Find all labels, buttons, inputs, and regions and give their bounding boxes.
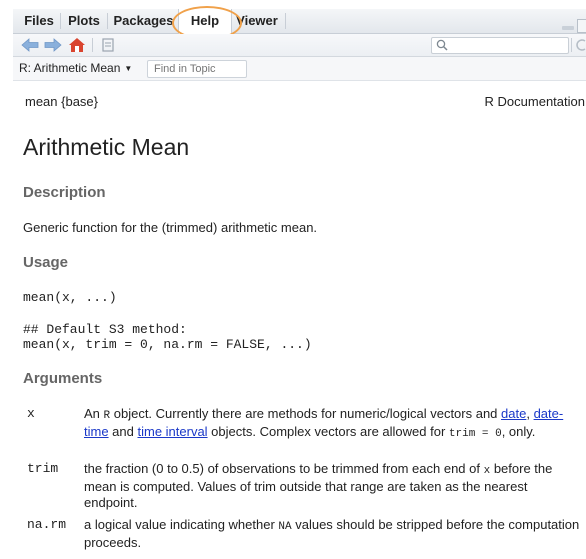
- usage-code: mean(x, ...): [23, 290, 117, 305]
- text: a logical value indicating whether: [84, 517, 279, 532]
- page-title: Arithmetic Mean: [23, 134, 190, 160]
- inline-code: trim = 0: [448, 428, 502, 440]
- text: the fraction (0 to 0.5) of observations …: [84, 461, 484, 476]
- search-icon: [436, 39, 448, 51]
- find-in-topic-input[interactable]: [147, 60, 247, 78]
- inline-code: NA: [278, 521, 292, 533]
- minimize-icon[interactable]: [562, 26, 574, 30]
- toolbar-divider: [571, 38, 572, 52]
- link-date[interactable]: date: [501, 406, 526, 421]
- tab-divider: [285, 13, 286, 29]
- refresh-icon[interactable]: [575, 37, 586, 53]
- doc-header: mean {base} R Documentation: [25, 94, 585, 109]
- home-icon[interactable]: [68, 37, 86, 53]
- tab-files[interactable]: Files: [21, 9, 57, 33]
- argument-description: a logical value indicating whether NA va…: [84, 517, 580, 551]
- link-time-interval[interactable]: time interval: [137, 424, 207, 439]
- forward-arrow-icon[interactable]: [44, 37, 62, 53]
- doc-source-label: R Documentation: [484, 94, 585, 109]
- help-pane: Files Plots Packages Help Viewer R: Arit…: [13, 0, 586, 559]
- back-arrow-icon[interactable]: [21, 37, 39, 53]
- tab-divider: [107, 13, 108, 29]
- argument-name: x: [27, 406, 35, 421]
- help-document: mean {base} R Documentation Arithmetic M…: [13, 80, 586, 559]
- maximize-icon[interactable]: [577, 19, 586, 33]
- usage-code-s3: ## Default S3 method: mean(x, trim = 0, …: [23, 322, 312, 352]
- text: An: [84, 406, 104, 421]
- usage-heading: Usage: [23, 254, 69, 271]
- text: and: [108, 424, 138, 439]
- description-text: Generic function for the (trimmed) arith…: [23, 220, 318, 235]
- arguments-heading: Arguments: [23, 370, 103, 387]
- description-heading: Description: [23, 184, 106, 201]
- topic-history-dropdown[interactable]: R: Arithmetic Mean ▼: [19, 61, 132, 75]
- help-toolbar: [13, 34, 586, 57]
- tab-packages[interactable]: Packages: [112, 9, 175, 33]
- text: , only.: [501, 424, 536, 439]
- tab-viewer[interactable]: Viewer: [232, 9, 282, 33]
- tab-bar: Files Plots Packages Help Viewer: [13, 9, 586, 34]
- toolbar-divider: [92, 38, 93, 52]
- help-search-input[interactable]: [450, 38, 564, 53]
- topic-bar: R: Arithmetic Mean ▼: [13, 57, 586, 81]
- text: object. Currently there are methods for …: [110, 406, 502, 421]
- tab-plots[interactable]: Plots: [65, 9, 103, 33]
- text: objects. Complex vectors are allowed for: [207, 424, 449, 439]
- argument-description: An R object. Currently there are methods…: [84, 406, 580, 442]
- doc-package-label: mean {base}: [25, 94, 99, 109]
- topic-label: R: Arithmetic Mean: [19, 61, 121, 75]
- tab-help[interactable]: Help: [178, 9, 232, 34]
- argument-name: na.rm: [27, 517, 67, 532]
- help-search-box[interactable]: [431, 37, 569, 54]
- text: ,: [526, 406, 534, 421]
- argument-description: the fraction (0 to 0.5) of observations …: [84, 461, 580, 511]
- print-icon[interactable]: [100, 37, 116, 53]
- argument-name: trim: [27, 461, 59, 476]
- caret-down-icon: ▼: [124, 64, 133, 73]
- tab-divider: [60, 13, 61, 29]
